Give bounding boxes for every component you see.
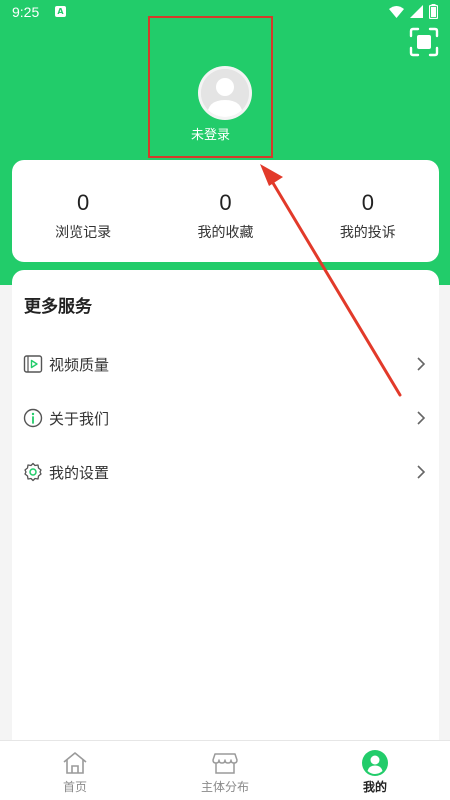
stat-browse-history[interactable]: 0 浏览记录 [12,160,154,262]
default-user-icon [201,69,249,117]
home-icon [63,752,87,774]
service-label: 关于我们 [49,409,110,428]
service-item-settings[interactable]: 我的设置 [12,452,439,492]
status-time: 9:25 [12,4,40,20]
settings-icon [24,462,42,482]
stat-label: 我的收藏 [197,225,254,241]
login-status-text[interactable]: 未登录 [150,124,271,143]
notification-icon: A [55,6,66,17]
nav-label: 首页 [62,780,87,794]
bottom-navigation: 首页 主体分布 我的 [0,740,450,800]
stat-value: 0 [77,190,90,215]
scan-icon [409,27,439,57]
nav-item-home[interactable]: 首页 [0,741,150,800]
login-profile-area[interactable]: 未登录 [148,16,273,158]
stat-value: 0 [361,190,374,215]
section-title: 更多服务 [24,297,92,317]
service-item-video-quality[interactable]: 视频质量 [12,344,439,384]
chevron-right-icon [417,465,426,479]
stat-value: 0 [219,190,232,215]
profile-icon [362,750,388,776]
chevron-right-icon [417,357,426,371]
system-icons [389,4,438,19]
stats-card: 0 浏览记录 0 我的收藏 0 我的投诉 [12,160,439,262]
stat-complaints[interactable]: 0 我的投诉 [297,160,439,262]
stat-favorites[interactable]: 0 我的收藏 [154,160,296,262]
signal-icon [410,5,423,18]
nav-item-mine[interactable]: 我的 [300,741,450,800]
avatar[interactable] [198,66,252,120]
stat-label: 浏览记录 [55,225,112,241]
video-quality-icon [23,355,43,373]
service-label: 视频质量 [49,355,110,374]
wifi-icon [389,5,404,18]
service-item-about-us[interactable]: 关于我们 [12,398,439,438]
scan-button[interactable] [408,26,440,58]
service-label: 我的设置 [49,463,110,482]
store-icon [212,753,238,774]
nav-label: 我的 [362,780,387,794]
more-services-card: 更多服务 视频质量 关于我们 我的设置 [12,270,439,750]
info-icon [23,408,43,428]
chevron-right-icon [417,411,426,425]
nav-label: 主体分布 [200,780,249,794]
stat-label: 我的投诉 [339,225,396,241]
battery-icon [429,4,438,19]
nav-item-distribution[interactable]: 主体分布 [150,741,300,800]
